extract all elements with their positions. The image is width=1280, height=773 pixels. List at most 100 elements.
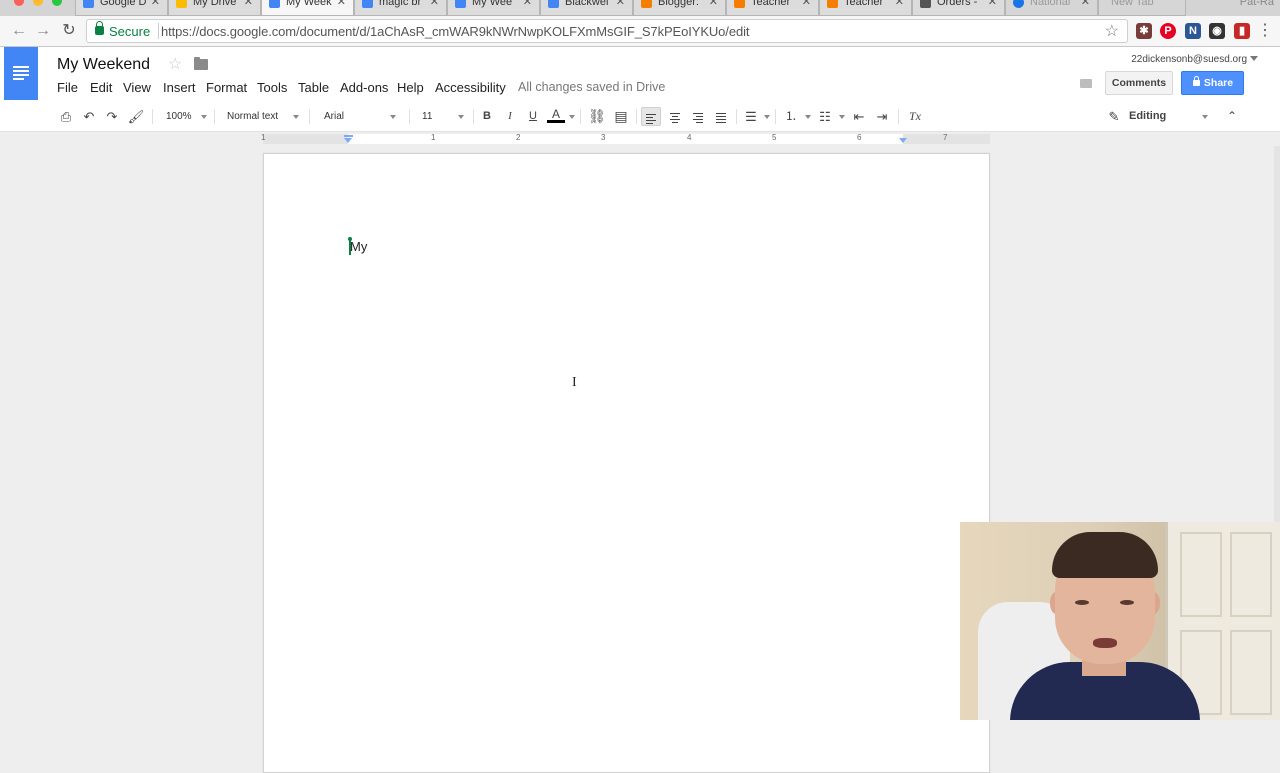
- browser-tab[interactable]: Blackwel ✕: [540, 0, 633, 16]
- pencil-icon: ✎: [1108, 109, 1120, 124]
- text-color-button[interactable]: A: [547, 107, 565, 123]
- link-icon[interactable]: ⛓: [588, 107, 606, 126]
- browser-tab[interactable]: National ✕: [1005, 0, 1098, 16]
- comments-button[interactable]: Comments: [1105, 71, 1173, 95]
- underline-button[interactable]: U: [525, 107, 541, 126]
- align-justify-icon[interactable]: [712, 107, 730, 126]
- align-center-icon[interactable]: [666, 107, 684, 126]
- forward-arrow-icon[interactable]: →: [34, 22, 52, 40]
- browser-tab[interactable]: Orders - ✕: [912, 0, 1005, 16]
- font-family-select[interactable]: Arial: [324, 107, 394, 126]
- italic-button[interactable]: I: [502, 107, 518, 126]
- menu-view[interactable]: View: [123, 80, 151, 95]
- font-size-select[interactable]: 11: [422, 107, 462, 126]
- menu-file[interactable]: File: [57, 80, 78, 95]
- align-right-icon[interactable]: [689, 107, 707, 126]
- door-panel: [1230, 532, 1272, 617]
- tab-close-icon[interactable]: ✕: [616, 0, 625, 9]
- browser-tab[interactable]: magic br ✕: [354, 0, 447, 16]
- paint-format-icon[interactable]: 🖌: [127, 107, 145, 126]
- window-maximize-button[interactable]: [52, 0, 62, 6]
- line-spacing-icon[interactable]: ☰: [742, 107, 760, 126]
- clear-formatting-button[interactable]: Tx: [905, 107, 925, 126]
- menu-help[interactable]: Help: [397, 80, 424, 95]
- collapse-chevron-icon[interactable]: ⌃: [1224, 107, 1240, 126]
- url-text[interactable]: https://docs.google.com/document/d/1aChA…: [161, 24, 749, 39]
- folder-icon[interactable]: [194, 57, 208, 70]
- browser-tab[interactable]: Google D ✕: [75, 0, 168, 16]
- ruler-number: 5: [772, 133, 777, 142]
- decrease-indent-icon[interactable]: ⇤: [850, 107, 868, 126]
- chevron-down-icon: [569, 115, 575, 119]
- share-button[interactable]: Share: [1181, 71, 1244, 95]
- docs-home-icon[interactable]: [4, 47, 38, 100]
- numbered-list-icon[interactable]: ⒈: [782, 107, 800, 126]
- tab-close-icon[interactable]: ✕: [244, 0, 253, 9]
- webcam-person-eye: [1120, 600, 1134, 605]
- door-panel: [1230, 630, 1272, 715]
- address-bar[interactable]: Secure https://docs.google.com/document/…: [86, 19, 1128, 43]
- left-indent-handle[interactable]: [344, 138, 352, 143]
- tab-close-icon[interactable]: ✕: [988, 0, 997, 9]
- onenote-icon[interactable]: N: [1185, 23, 1201, 39]
- pinterest-icon[interactable]: P: [1160, 23, 1176, 39]
- align-left-icon[interactable]: [641, 107, 661, 126]
- menu-format[interactable]: Format: [206, 80, 247, 95]
- tab-close-icon[interactable]: ✕: [523, 0, 532, 9]
- tab-close-icon[interactable]: ✕: [802, 0, 811, 9]
- first-line-indent-handle[interactable]: [344, 135, 353, 137]
- extension-red-icon[interactable]: ▮: [1234, 23, 1250, 39]
- redo-icon[interactable]: ↷: [103, 107, 121, 126]
- menu-edit[interactable]: Edit: [90, 80, 112, 95]
- star-icon[interactable]: ☆: [168, 54, 182, 74]
- ruler-number: 7: [943, 133, 948, 142]
- tab-close-icon[interactable]: ✕: [709, 0, 718, 9]
- tab-close-icon[interactable]: ✕: [895, 0, 904, 9]
- chrome-menu-icon[interactable]: ⋮: [1256, 22, 1274, 40]
- window-close-button[interactable]: [14, 0, 24, 6]
- browser-tab[interactable]: New Tab: [1098, 0, 1186, 16]
- bulleted-list-icon[interactable]: ☷: [816, 107, 834, 126]
- menu-table[interactable]: Table: [298, 80, 329, 95]
- browser-tab-active[interactable]: My Week ✕: [261, 0, 354, 16]
- window-minimize-button[interactable]: [33, 0, 43, 6]
- save-status[interactable]: All changes saved in Drive: [518, 80, 665, 94]
- document-body-text[interactable]: My: [350, 239, 367, 254]
- chevron-down-icon: [293, 115, 299, 119]
- menu-insert[interactable]: Insert: [163, 80, 196, 95]
- tab-close-icon[interactable]: ✕: [151, 0, 160, 9]
- tab-close-icon[interactable]: ✕: [430, 0, 439, 9]
- document-title[interactable]: My Weekend: [57, 56, 150, 74]
- profile-name[interactable]: Pat-Ra: [1240, 0, 1274, 8]
- paragraph-style-select[interactable]: Normal text: [227, 107, 297, 126]
- menu-addons[interactable]: Add-ons: [340, 80, 388, 95]
- ruler-left-margin: [263, 134, 348, 144]
- bold-button[interactable]: B: [479, 107, 495, 126]
- browser-tab[interactable]: Teacher ✕: [819, 0, 912, 16]
- browser-tab[interactable]: My Wee ✕: [447, 0, 540, 16]
- increase-indent-icon[interactable]: ⇥: [873, 107, 891, 126]
- document-page[interactable]: My: [263, 153, 990, 773]
- chat-icon[interactable]: [1080, 79, 1092, 88]
- ruler-number: 6: [857, 133, 862, 142]
- back-arrow-icon[interactable]: ←: [10, 22, 28, 40]
- undo-icon[interactable]: ↶: [80, 107, 98, 126]
- right-indent-handle[interactable]: [899, 138, 907, 143]
- browser-tab[interactable]: Blogger: ✕: [633, 0, 726, 16]
- editing-mode-select[interactable]: Editing: [1129, 107, 1189, 126]
- comment-icon[interactable]: ▤: [612, 107, 630, 126]
- print-icon[interactable]: ⎙: [57, 107, 75, 126]
- reload-icon[interactable]: ↻: [60, 22, 78, 40]
- account-caret-icon[interactable]: [1250, 56, 1258, 61]
- menu-accessibility[interactable]: Accessibility: [435, 80, 506, 95]
- extension-icon[interactable]: ✱: [1136, 23, 1152, 39]
- bookmark-star-icon[interactable]: ☆: [1105, 21, 1119, 41]
- menu-tools[interactable]: Tools: [257, 80, 287, 95]
- browser-tab[interactable]: My Drive ✕: [168, 0, 261, 16]
- ruler-number: 1: [261, 133, 266, 142]
- tab-close-icon[interactable]: ✕: [337, 0, 346, 9]
- screencast-icon[interactable]: ◉: [1209, 23, 1225, 39]
- browser-tab[interactable]: Teacher ✕: [726, 0, 819, 16]
- tab-close-icon[interactable]: ✕: [1081, 0, 1090, 9]
- account-email[interactable]: 22dickensonb@suesd.org: [1131, 54, 1247, 65]
